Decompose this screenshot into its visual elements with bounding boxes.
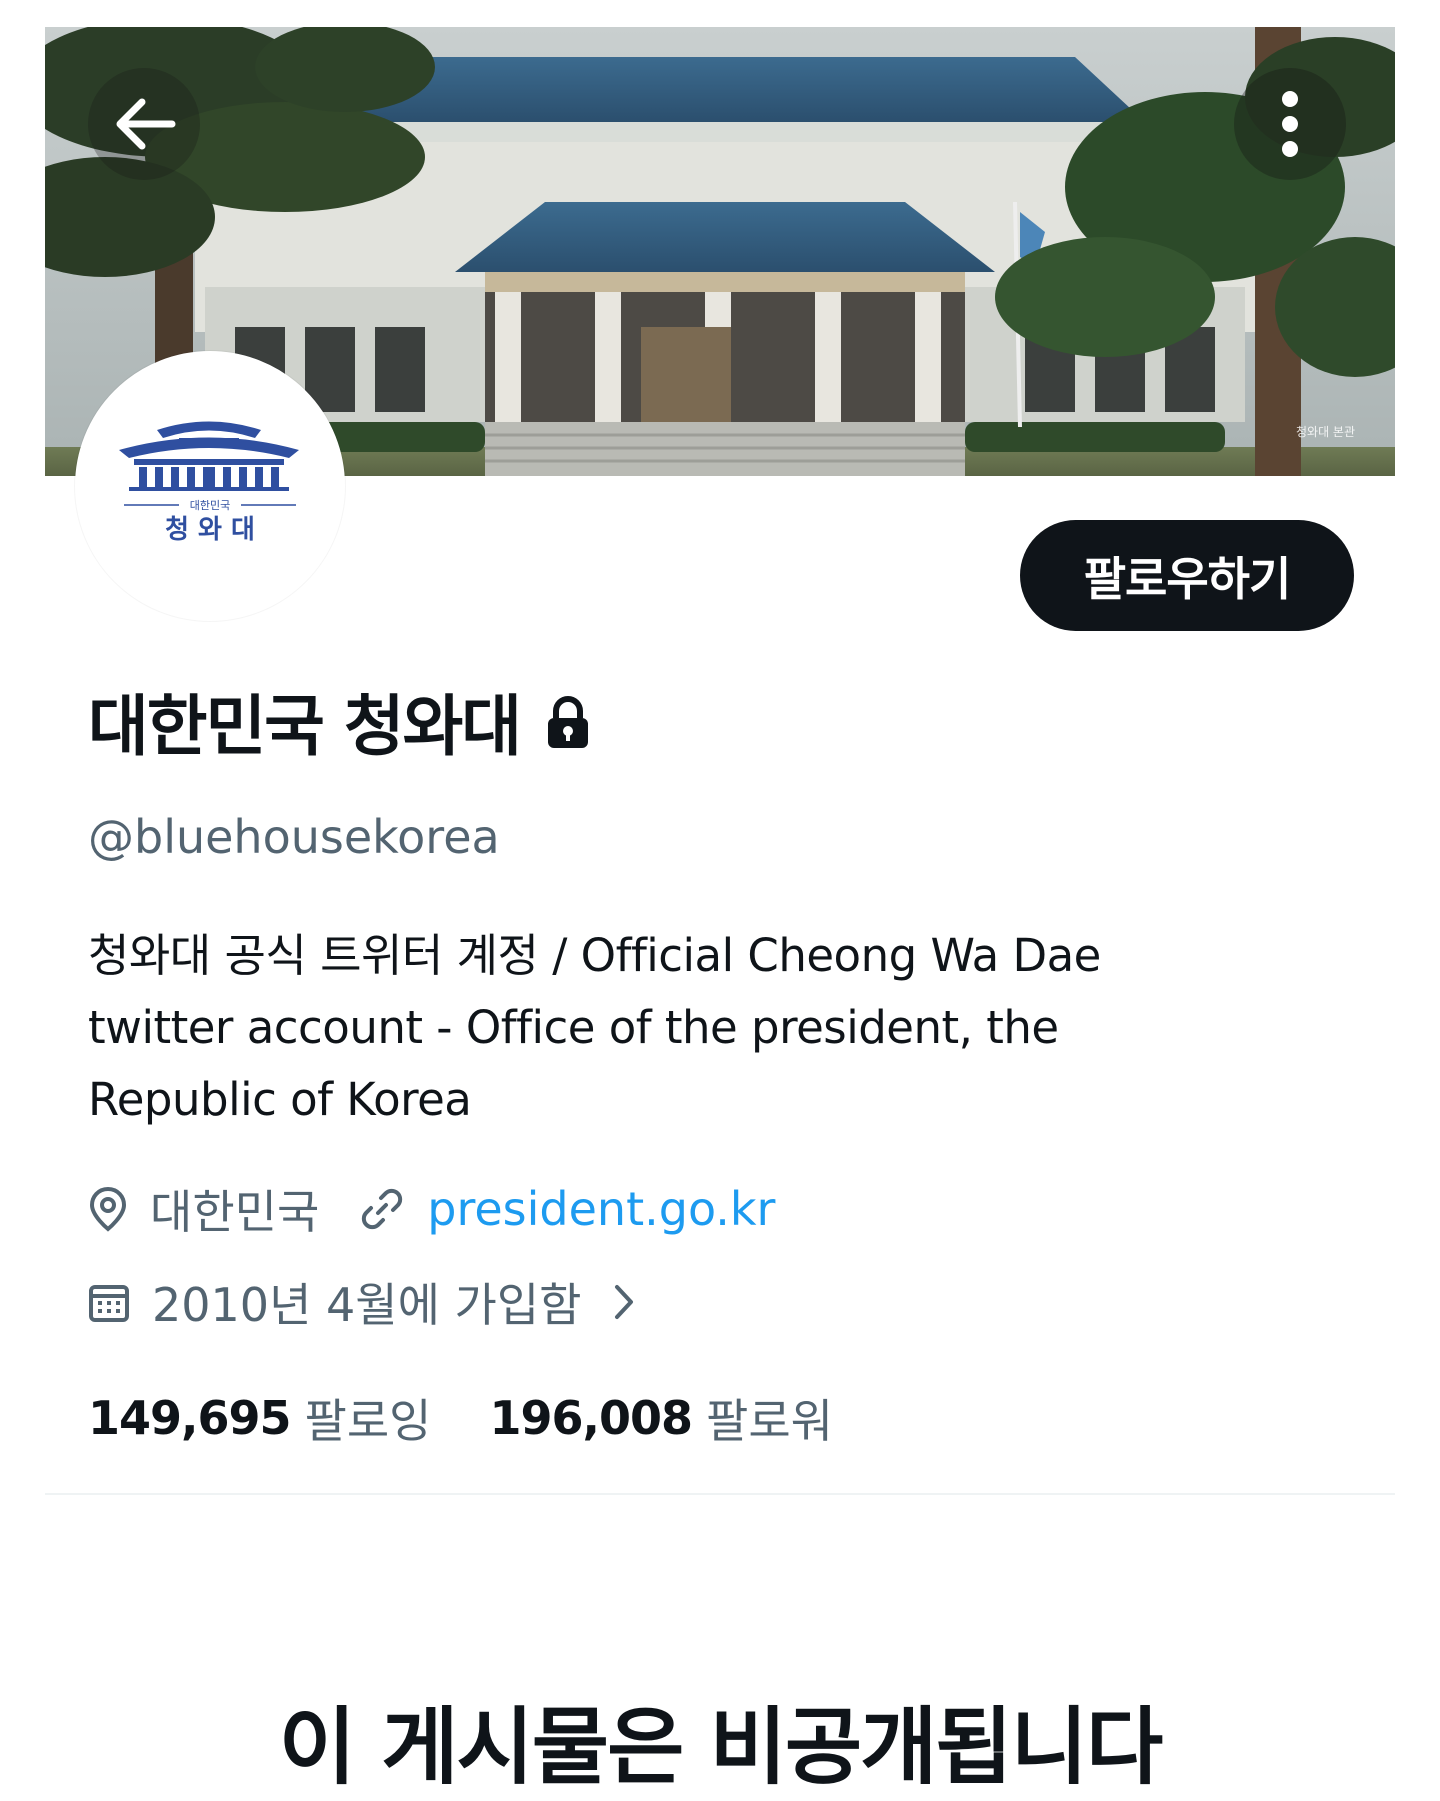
- handle: @bluehousekorea: [88, 810, 500, 864]
- joined-row[interactable]: 2010년 4월에 가입함: [88, 1270, 636, 1334]
- chevron-right-icon[interactable]: [612, 1282, 636, 1322]
- website: president.go.kr: [359, 1182, 775, 1236]
- bio: 청와대 공식 트위터 계정 / Official Cheong Wa Dae t…: [88, 920, 1218, 1136]
- protected-notice-title: 이 게시물은 비공개됩니다: [278, 1698, 1164, 1796]
- more-options-button[interactable]: [1234, 68, 1346, 180]
- following-label: 팔로잉: [304, 1394, 432, 1448]
- link-icon: [359, 1186, 405, 1232]
- website-link[interactable]: president.go.kr: [427, 1182, 775, 1236]
- location-pin-icon: [88, 1186, 128, 1232]
- divider: [45, 1493, 1395, 1495]
- location: 대한민국: [88, 1176, 319, 1242]
- joined-text: 2010년 4월에 가입함: [152, 1278, 582, 1332]
- back-button[interactable]: [88, 68, 200, 180]
- lock-icon: [544, 696, 592, 750]
- location-website-row: 대한민국 president.go.kr: [88, 1177, 775, 1241]
- following-count: 149,695: [88, 1391, 292, 1445]
- logo-small-text: 대한민국: [190, 499, 230, 512]
- arrow-left-icon: [116, 98, 176, 150]
- bio-line: Republic of Korea: [88, 1073, 472, 1126]
- followers-link[interactable]: 196,008 팔로워: [489, 1385, 832, 1451]
- follow-stats: 149,695 팔로잉 196,008 팔로워: [88, 1386, 833, 1450]
- location-text: 대한민국: [150, 1185, 320, 1239]
- cheongwadae-logo: 대한민국 청 와 대: [79, 355, 341, 617]
- followers-label: 팔로워: [706, 1394, 833, 1448]
- bio-line: twitter account - Office of the presiden…: [88, 1001, 1059, 1054]
- calendar-icon: [88, 1281, 130, 1323]
- display-name-row: 대한민국 청와대: [88, 676, 592, 766]
- follow-button[interactable]: 팔로우하기: [1020, 520, 1354, 631]
- joined-date: 2010년 4월에 가입함: [88, 1269, 582, 1335]
- followers-count: 196,008: [489, 1391, 693, 1445]
- following-link[interactable]: 149,695 팔로잉: [88, 1385, 431, 1451]
- banner-watermark: 청와대 본관: [1295, 425, 1355, 439]
- avatar[interactable]: 대한민국 청 와 대: [75, 351, 345, 621]
- bio-line: 청와대 공식 트위터 계정 / Official Cheong Wa Dae: [88, 929, 1101, 982]
- logo-text: 청 와 대: [165, 515, 255, 545]
- display-name: 대한민국 청와대: [88, 688, 522, 765]
- more-vertical-icon: [1282, 91, 1298, 157]
